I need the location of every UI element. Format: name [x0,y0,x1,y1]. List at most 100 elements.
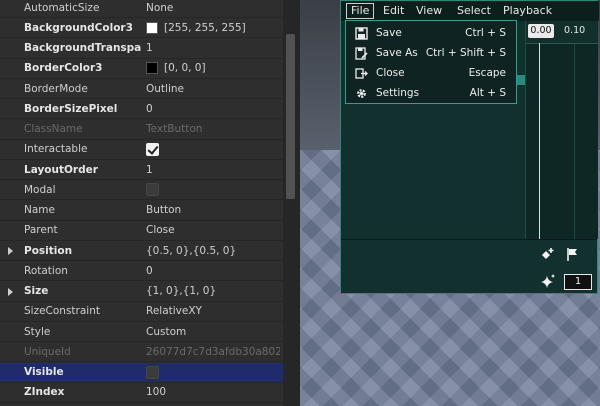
file-menu-save-as-shortcut: Ctrl + Shift + S [425,47,506,59]
property-row[interactable]: Size {1, 0},{1, 0} [0,282,283,302]
menu-file[interactable]: File [346,3,375,19]
file-menu-save-label: Save [376,27,402,39]
property-value-text: RelativeXY [146,305,202,318]
property-row[interactable]: BorderMode Outline [0,79,283,99]
property-row[interactable]: Parent Close [0,221,283,241]
property-value-text: None [146,1,174,14]
expand-arrow-icon[interactable] [8,287,13,296]
property-value-text: TextButton [146,123,203,135]
property-row[interactable]: Modal [0,180,283,201]
current-time-field[interactable]: 0.00 [528,24,554,38]
property-value[interactable]: 100 [146,386,280,398]
property-row[interactable]: ZIndex 100 [0,383,283,403]
property-row[interactable]: BorderSizePixel 0 [0,99,283,120]
property-value[interactable] [146,142,280,156]
property-row[interactable]: LayoutOrder 1 [0,160,283,180]
property-row[interactable]: Position {0.5, 0},{0.5, 0} [0,241,283,261]
property-value[interactable]: {0.5, 0},{0.5, 0} [146,245,280,257]
property-name: Rotation [24,264,68,277]
file-menu-close-shortcut: Escape [468,67,506,79]
property-value-text: Close [146,224,175,237]
file-menu-settings-label: Settings [376,87,420,99]
file-menu-save-as-label: Save As [376,47,418,59]
property-name: Modal [24,183,56,196]
save-as-icon [354,46,368,60]
property-name: Style [24,325,51,338]
properties-panel: AutomaticSize None BackgroundColor3 [255, 2… [0,0,283,406]
property-value[interactable]: [255, 255, 255] [146,21,280,34]
property-value[interactable]: 0 [146,265,280,277]
gear-icon [354,86,368,100]
menu-edit[interactable]: Edit [379,3,408,19]
property-value[interactable]: {1, 0},{1, 0} [146,285,280,297]
property-row[interactable]: UniqueId 26077d7c7d3afdb30a802... [0,342,283,363]
property-value[interactable]: Close [146,224,280,236]
close-icon [354,66,368,80]
menu-playback[interactable]: Playback [499,3,556,19]
property-value-text: [0, 0, 0] [164,62,206,75]
property-row[interactable]: Interactable [0,140,283,160]
property-value[interactable]: Button [146,204,280,216]
playhead[interactable] [539,43,540,239]
property-name: ClassName [24,123,83,135]
property-value[interactable]: RelativeXY [146,305,280,317]
property-value[interactable]: Outline [146,83,280,95]
timeline-gridline [574,43,575,239]
sparkle-icon[interactable] [540,273,556,292]
frame-input[interactable]: 1 [564,274,592,290]
expand-arrow-icon[interactable] [8,247,13,255]
property-checkbox[interactable] [146,183,159,197]
diamond-plus-icon[interactable] [540,247,555,265]
property-name: LayoutOrder [24,163,98,176]
property-name: BackgroundTranspa... [24,42,142,54]
file-menu-save-shortcut: Ctrl + S [465,27,506,39]
menu-select[interactable]: Select [453,3,495,19]
property-name: BorderSizePixel [24,102,118,115]
menu-view[interactable]: View [412,3,446,19]
property-value[interactable]: None [146,2,280,14]
property-row[interactable]: BorderColor3 [0, 0, 0] [0,59,283,79]
flag-icon[interactable] [566,247,580,265]
property-value[interactable]: [0, 0, 0] [146,62,280,75]
property-row[interactable]: ClassName TextButton [0,120,283,140]
property-value[interactable] [146,183,280,197]
property-checkbox[interactable] [146,142,159,156]
file-menu-save-as[interactable]: Save As Ctrl + Shift + S [346,43,516,63]
property-value: 26077d7c7d3afdb30a802... [146,346,280,358]
file-menu-settings-shortcut: Alt + S [469,87,506,99]
property-row[interactable]: Visible [0,362,283,383]
property-value-text: Outline [146,82,184,95]
property-value-text: 100 [146,386,167,399]
property-value-text: 0 [146,264,153,277]
property-row[interactable]: BackgroundTranspa... 1 [0,39,283,59]
property-value[interactable]: Custom [146,326,280,338]
file-menu-settings[interactable]: Settings Alt + S [346,83,516,103]
file-menu-save[interactable]: Save Ctrl + S [346,23,516,43]
property-name: SizeConstraint [24,305,100,318]
property-name: Position [24,244,73,257]
property-row[interactable]: Name Button [0,201,283,221]
property-row[interactable]: Style Custom [0,322,283,342]
save-icon [354,26,368,40]
file-menu-close[interactable]: Close Escape [346,63,516,83]
property-row[interactable]: SizeConstraint RelativeXY [0,302,283,322]
property-row[interactable]: Rotation 0 [0,261,283,282]
property-checkbox[interactable] [146,365,159,379]
color-swatch[interactable] [146,62,158,75]
property-value[interactable]: 1 [146,164,280,176]
property-value[interactable] [146,365,280,379]
property-row[interactable]: AutomaticSize None [0,0,283,18]
timeline-header[interactable]: 0.00 0.10 [526,21,598,44]
property-value-text: {1, 0},{1, 0} [146,285,217,297]
property-name: UniqueId [24,345,71,358]
property-name: ZIndex [24,386,65,399]
property-value[interactable]: 1 [146,42,280,54]
property-row[interactable]: BackgroundColor3 [255, 255, 255] [0,18,283,39]
file-menu-dropdown: Save Ctrl + S Save As Ctrl + Shift + S C… [345,20,517,104]
timeline[interactable]: 0.00 0.10 [525,21,598,239]
color-swatch[interactable] [146,21,158,34]
property-value[interactable]: 0 [146,103,280,115]
editor-footer: 1 [341,240,597,293]
properties-scrollbar-thumb[interactable] [286,34,295,199]
property-value-text: 1 [146,42,153,54]
